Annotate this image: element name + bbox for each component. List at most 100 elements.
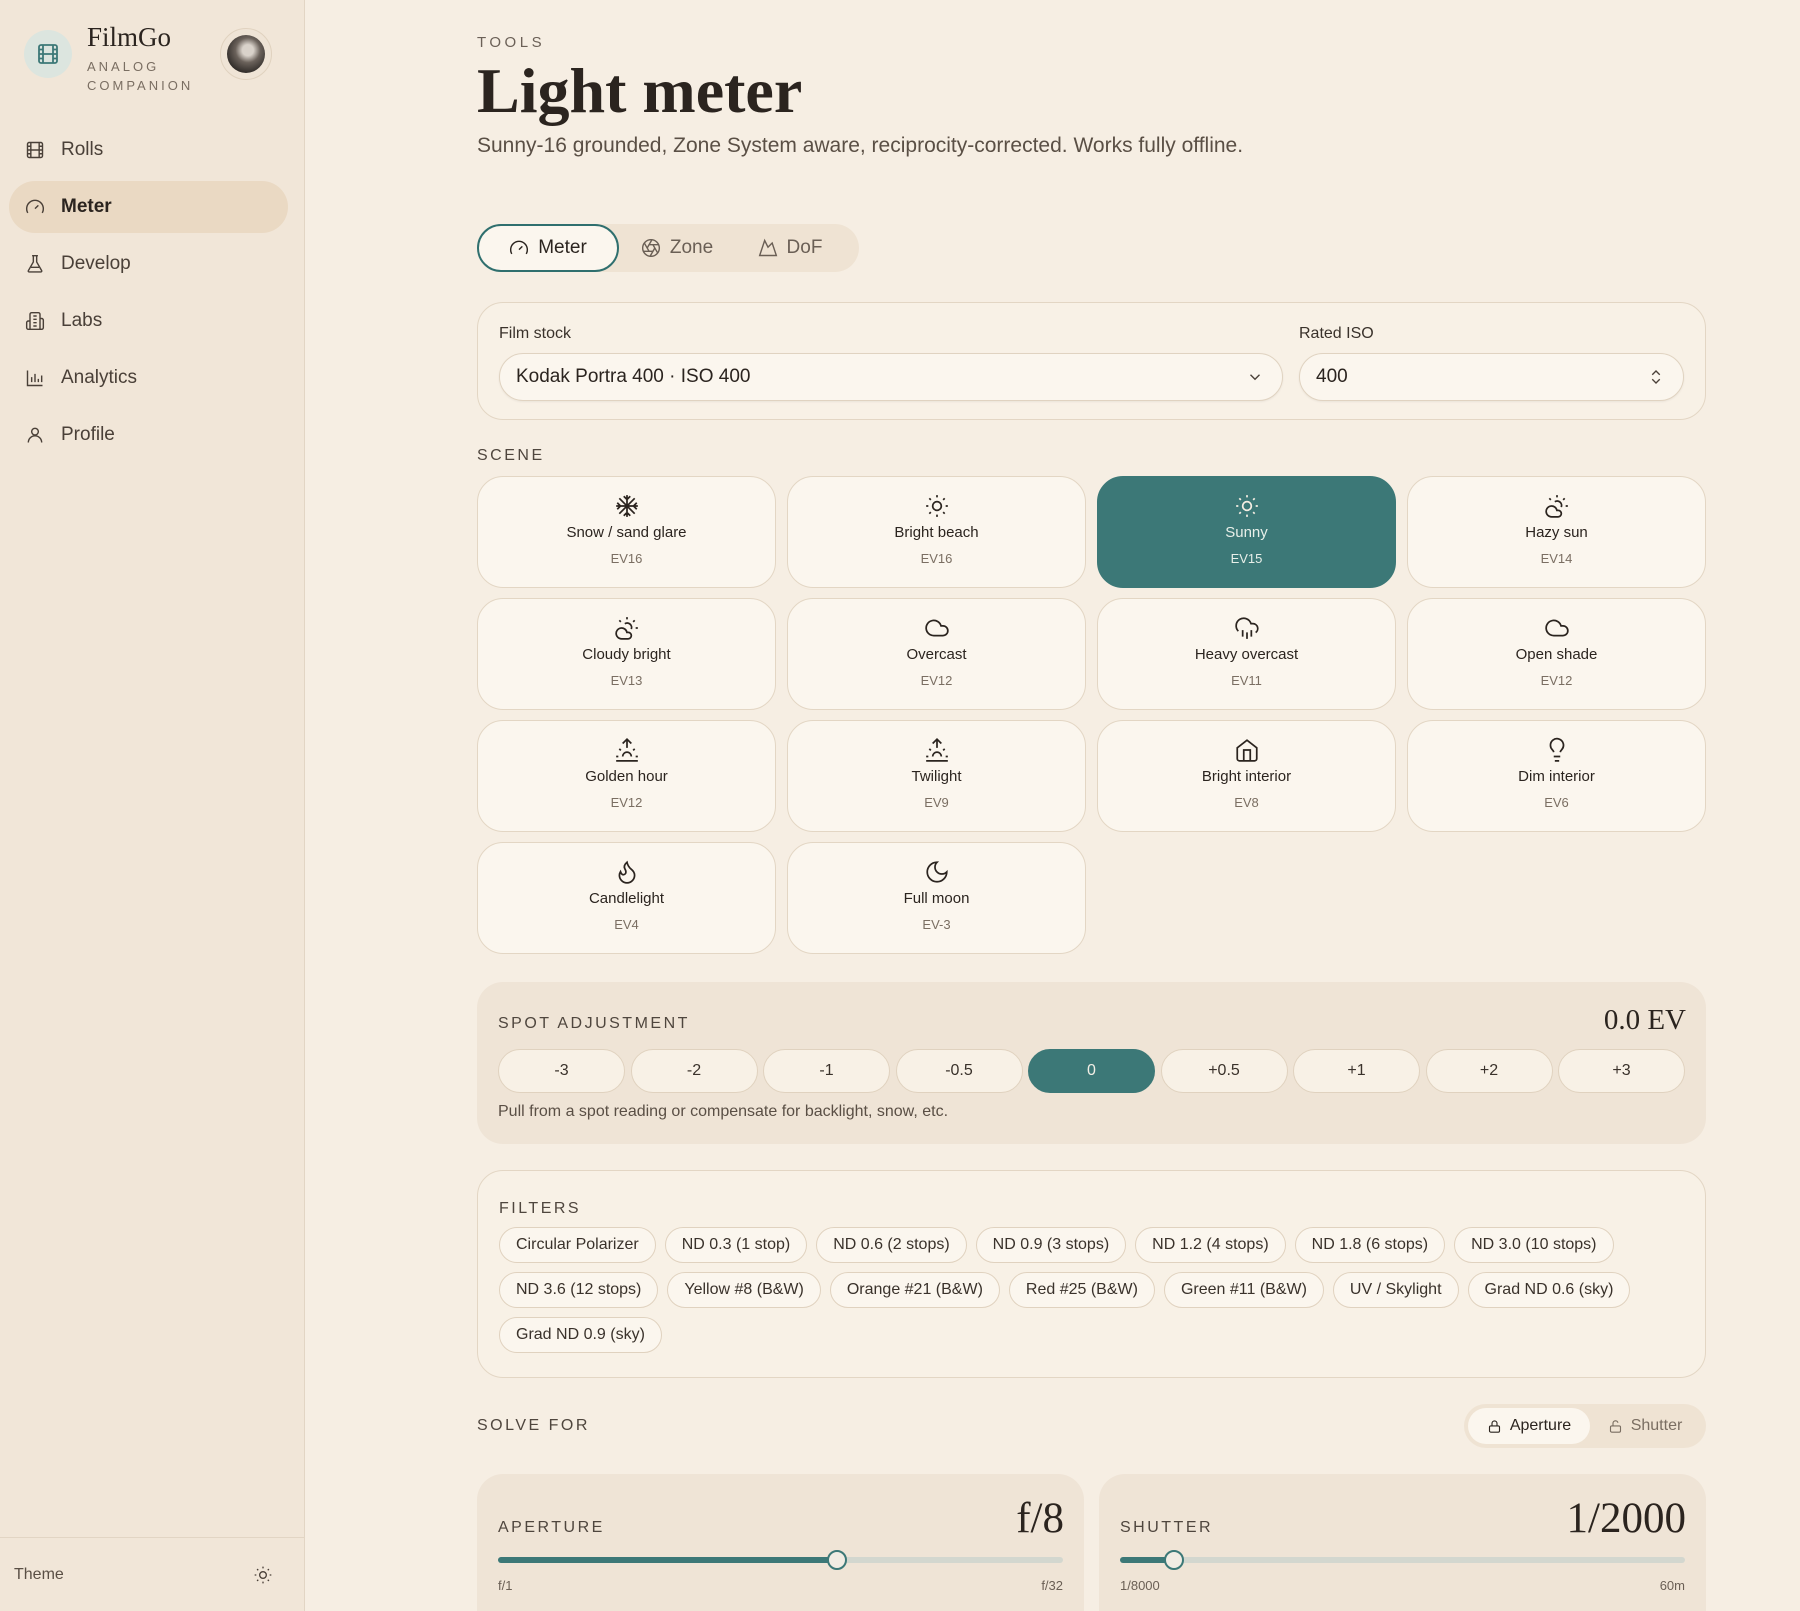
scene-bright-interior[interactable]: Bright interior EV8: [1097, 720, 1396, 832]
page-title: Light meter: [477, 55, 803, 126]
filter-chip[interactable]: Orange #21 (B&W): [829, 1272, 1000, 1308]
snowflake-icon: [615, 495, 638, 517]
filter-chip[interactable]: ND 0.9 (3 stops): [975, 1227, 1127, 1263]
aperture-slider[interactable]: [498, 1550, 1063, 1570]
scene-cloudy-bright[interactable]: Cloudy bright EV13: [477, 598, 776, 710]
filter-chip[interactable]: ND 1.8 (6 stops): [1294, 1227, 1446, 1263]
spot-step-button[interactable]: +2: [1425, 1049, 1553, 1093]
spot-step-button[interactable]: -1: [763, 1049, 890, 1093]
sidebar-item-meter[interactable]: Meter: [9, 181, 288, 233]
spot-step-button[interactable]: -0.5: [895, 1049, 1023, 1093]
brand[interactable]: FilmGo ANALOG COMPANION: [24, 24, 197, 95]
spot-step-button[interactable]: -2: [630, 1049, 758, 1093]
filters-label: FILTERS: [499, 1200, 582, 1217]
scene-name: Heavy overcast: [1194, 646, 1299, 663]
building-icon: [25, 311, 45, 331]
stepper-icon[interactable]: [1647, 368, 1665, 386]
sunset-icon: [925, 737, 948, 762]
filter-chip[interactable]: Grad ND 0.6 (sky): [1467, 1272, 1631, 1308]
scene-ev: EV16: [610, 551, 643, 566]
filter-chip[interactable]: Red #25 (B&W): [1008, 1272, 1155, 1308]
spot-step-button[interactable]: -3: [498, 1049, 625, 1093]
tab-zone[interactable]: Zone: [619, 224, 735, 272]
sidebar-footer: Theme: [0, 1537, 305, 1611]
shutter-min: 1/8000: [1120, 1578, 1160, 1593]
shutter-slider-thumb[interactable]: [1163, 1550, 1184, 1570]
avatar-image: [227, 35, 265, 73]
scene-name: Cloudy bright: [582, 646, 671, 663]
sidebar-item-develop[interactable]: Develop: [9, 238, 288, 290]
filter-chip[interactable]: ND 0.6 (2 stops): [816, 1227, 967, 1263]
scene-snow-sand-glare[interactable]: Snow / sand glare EV16: [477, 476, 776, 588]
scene-heavy-overcast[interactable]: Heavy overcast EV11: [1097, 598, 1396, 710]
spot-adjustment-value: 0.0 EV: [1603, 1004, 1686, 1036]
scene-candlelight[interactable]: Candlelight EV4: [477, 842, 776, 954]
scene-golden-hour[interactable]: Golden hour EV12: [477, 720, 776, 832]
filter-chip[interactable]: ND 3.0 (10 stops): [1454, 1227, 1614, 1263]
sun-icon[interactable]: [253, 1565, 273, 1585]
scene-name: Golden hour: [585, 768, 668, 785]
avatar[interactable]: [220, 28, 272, 80]
solve-shutter-button[interactable]: Shutter: [1590, 1408, 1700, 1444]
spot-step-button[interactable]: +0.5: [1160, 1049, 1288, 1093]
scene-hazy-sun[interactable]: Hazy sun EV14: [1407, 476, 1706, 588]
filter-chip[interactable]: ND 0.3 (1 stop): [664, 1227, 808, 1263]
filter-chip[interactable]: UV / Skylight: [1332, 1272, 1459, 1308]
filter-chip[interactable]: Yellow #8 (B&W): [667, 1272, 821, 1308]
filter-chip[interactable]: Circular Polarizer: [499, 1227, 656, 1263]
filter-chip[interactable]: Grad ND 0.9 (sky): [499, 1317, 662, 1353]
scene-ev: EV-3: [922, 917, 951, 932]
tab-label: DoF: [786, 237, 823, 258]
scene-open-shade[interactable]: Open shade EV12: [1407, 598, 1706, 710]
sidebar-item-label: Analytics: [61, 367, 138, 388]
spot-adjustment-hint: Pull from a spot reading or compensate f…: [498, 1103, 949, 1120]
shutter-max: 60m: [1659, 1578, 1685, 1593]
scene-name: Candlelight: [588, 890, 665, 907]
rated-iso-input[interactable]: 400: [1299, 353, 1684, 401]
unlock-icon: [1609, 1419, 1621, 1433]
moon-icon: [925, 861, 948, 883]
sidebar-item-profile[interactable]: Profile: [9, 409, 288, 461]
scene-full-moon[interactable]: Full moon EV-3: [787, 842, 1086, 954]
scene-ev: EV13: [610, 673, 643, 688]
scene-bright-beach[interactable]: Bright beach EV16: [787, 476, 1086, 588]
filter-chip[interactable]: ND 1.2 (4 stops): [1135, 1227, 1286, 1263]
filter-chip[interactable]: ND 3.6 (12 stops): [499, 1272, 659, 1308]
scene-ev: EV16: [920, 551, 953, 566]
spot-step-button[interactable]: +1: [1293, 1049, 1420, 1093]
scene-sunny[interactable]: Sunny EV15: [1097, 476, 1396, 588]
sidebar-item-analytics[interactable]: Analytics: [9, 352, 288, 404]
scene-ev: EV14: [1540, 551, 1573, 566]
sidebar-item-labs[interactable]: Labs: [9, 295, 288, 347]
shutter-slider[interactable]: [1120, 1550, 1685, 1570]
sun-icon: [925, 495, 948, 517]
sidebar-item-rolls[interactable]: Rolls: [9, 124, 288, 176]
scene-name: Hazy sun: [1525, 524, 1588, 541]
solve-for-label: SOLVE FOR: [477, 1417, 590, 1434]
solve-aperture-button[interactable]: Aperture: [1468, 1408, 1590, 1444]
tab-label: Zone: [669, 237, 714, 258]
theme-label: Theme: [14, 1565, 64, 1583]
scene-twilight[interactable]: Twilight EV9: [787, 720, 1086, 832]
sidebar-item-label: Rolls: [61, 139, 104, 160]
tab-label: Meter: [538, 237, 587, 258]
shutter-value: 1/2000: [1566, 1495, 1686, 1542]
sidebar: FilmGo ANALOG COMPANION Rolls Meter Deve…: [0, 0, 305, 1611]
chevron-down-icon: [1250, 374, 1260, 381]
tab-dof[interactable]: DoF: [735, 224, 845, 272]
spot-step-button[interactable]: +3: [1558, 1049, 1685, 1093]
scene-dim-interior[interactable]: Dim interior EV6: [1407, 720, 1706, 832]
aperture-value: f/8: [1016, 1495, 1064, 1542]
solve-for-toggle: Aperture Shutter: [1464, 1404, 1706, 1448]
aperture-card: APERTURE f/8 f/1 f/32: [477, 1474, 1084, 1611]
film-icon: [24, 30, 72, 78]
sidebar-item-label: Profile: [61, 424, 115, 445]
film-stock-select[interactable]: Kodak Portra 400 · ISO 400: [499, 353, 1283, 401]
scene-overcast[interactable]: Overcast EV12: [787, 598, 1086, 710]
sun-icon: [1235, 495, 1258, 517]
filter-chip[interactable]: Green #11 (B&W): [1163, 1272, 1324, 1308]
spot-step-button[interactable]: 0: [1028, 1049, 1155, 1093]
film-settings-card: Film stock Kodak Portra 400 · ISO 400 Ra…: [477, 302, 1706, 420]
tab-meter[interactable]: Meter: [477, 224, 619, 272]
aperture-slider-thumb[interactable]: [827, 1550, 847, 1570]
